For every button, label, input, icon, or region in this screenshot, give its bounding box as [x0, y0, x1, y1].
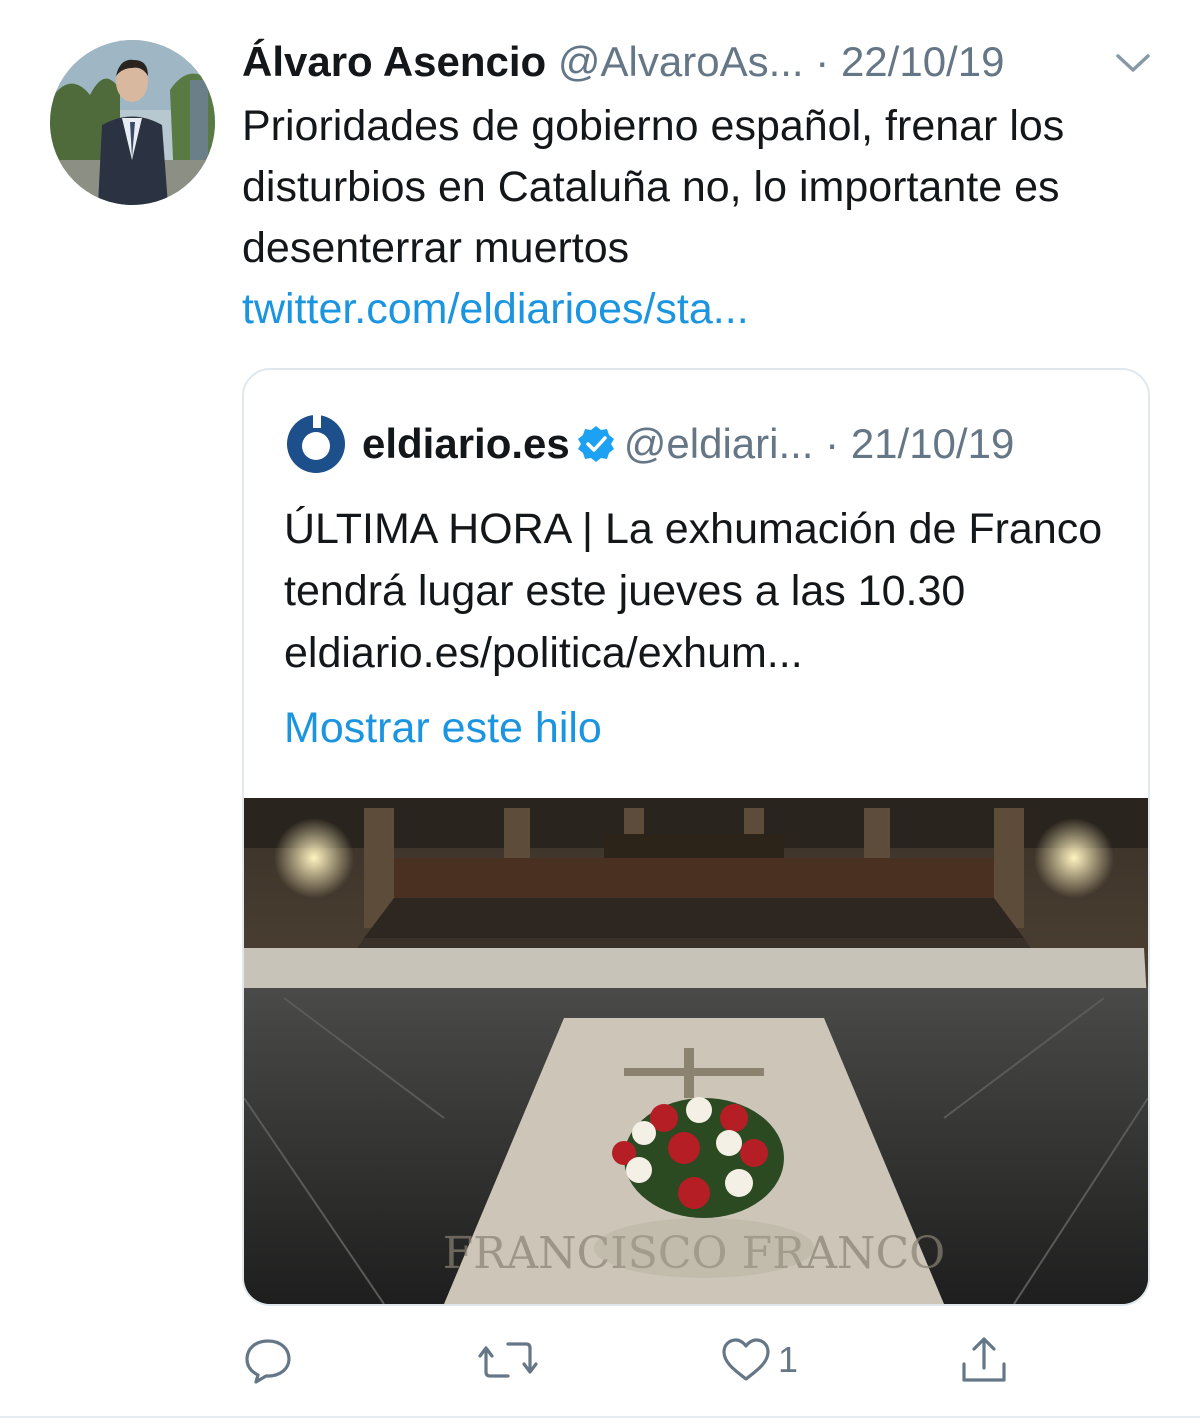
quoted-tweet[interactable]: eldiario.es @eldiari... · 21/10/19 ÚLTIMA… [242, 368, 1150, 1306]
quoted-author-name[interactable]: eldiario.es [362, 420, 570, 467]
profile-photo [50, 40, 215, 205]
tweet-actions: 1 [242, 1330, 1042, 1390]
retweet-icon [478, 1334, 538, 1386]
tweet-body: Prioridades de gobierno español, frenar … [242, 96, 1142, 340]
quoted-tweet-date[interactable]: 21/10/19 [851, 420, 1015, 467]
tomb-photo: FRANCISCO FRANCO [244, 798, 1148, 1304]
heart-icon [720, 1334, 772, 1386]
eldiario-logo-icon [284, 412, 348, 476]
quoted-tweet-header: eldiario.es @eldiari... · 21/10/19 [362, 418, 1014, 470]
chevron-down-icon[interactable] [1112, 46, 1154, 78]
share-icon [958, 1334, 1010, 1386]
quoted-header-separator: · [825, 420, 840, 467]
retweet-button[interactable] [478, 1330, 538, 1390]
like-button[interactable]: 1 [720, 1330, 798, 1390]
quoted-tweet-text: ÚLTIMA HORA | La exhumación de Franco te… [284, 505, 1103, 677]
reply-button[interactable] [242, 1330, 294, 1390]
tweet-text: Prioridades de gobierno español, frenar … [242, 102, 1065, 272]
show-thread-link[interactable]: Mostrar este hilo [284, 700, 602, 756]
verified-badge-icon [576, 424, 616, 464]
share-button[interactable] [958, 1330, 1010, 1390]
reply-icon [242, 1334, 294, 1386]
tweet-link[interactable]: twitter.com/eldiarioes/sta... [242, 279, 1142, 340]
author-name[interactable]: Álvaro Asencio [242, 38, 546, 85]
quoted-author-handle[interactable]: @eldiari... [624, 420, 814, 467]
tweet-header: Álvaro Asencio @AlvaroAs... · 22/10/19 [242, 36, 1162, 88]
tweet-date[interactable]: 22/10/19 [841, 38, 1005, 85]
quoted-tweet-image[interactable]: FRANCISCO FRANCO [244, 798, 1148, 1304]
tweet[interactable]: Álvaro Asencio @AlvaroAs... · 22/10/19 P… [0, 0, 1200, 1426]
like-count: 1 [778, 1339, 799, 1380]
header-separator: · [815, 38, 830, 85]
avatar[interactable] [50, 40, 215, 205]
author-handle[interactable]: @AlvaroAs... [558, 38, 804, 85]
bottom-divider [0, 1416, 1200, 1418]
